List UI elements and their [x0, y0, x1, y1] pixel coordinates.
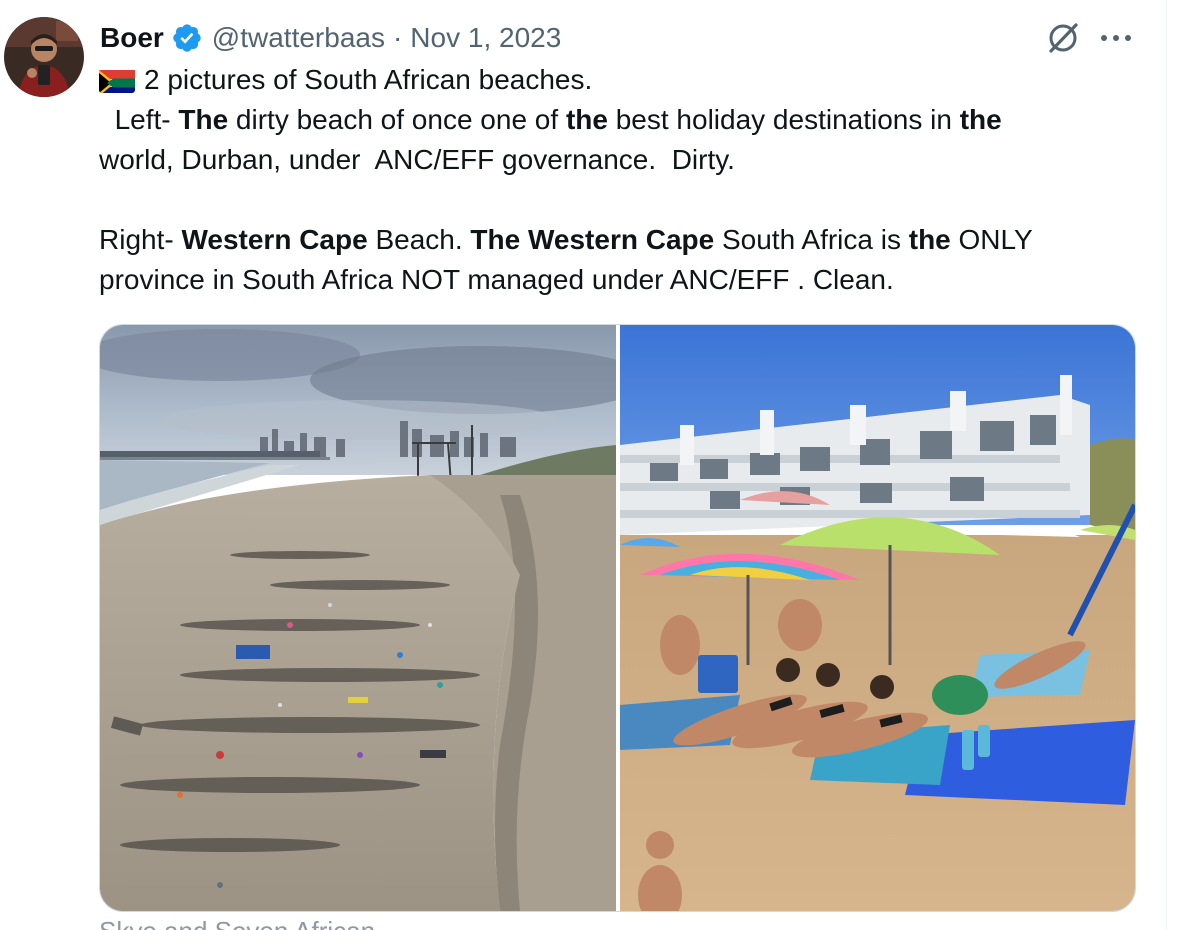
avatar-image	[4, 17, 84, 97]
grok-icon[interactable]	[1043, 18, 1083, 58]
text-line-1: 2 pictures of South African beaches.	[144, 64, 593, 95]
south-africa-flag-icon	[99, 67, 135, 93]
tweet-media[interactable]	[99, 324, 1136, 912]
text-line-2-c: dirty beach of once one of	[228, 104, 566, 135]
display-name[interactable]: Boer	[100, 22, 164, 54]
media-caption: Skye and Seven African	[99, 916, 375, 930]
text-line-5-f: the	[908, 224, 951, 255]
text-line-2-f: the	[959, 104, 1002, 135]
text-line-5-g: ONLY	[950, 224, 1033, 255]
text-line-3: world, Durban, under ANC/EFF governance.…	[99, 144, 735, 175]
text-line-2-e: best holiday destinations in	[607, 104, 960, 135]
text-line-5-d: The Western Cape	[470, 224, 715, 255]
header-separator: ·	[392, 22, 403, 53]
tweet-text: 2 pictures of South African beaches. Lef…	[99, 60, 1139, 300]
avatar[interactable]	[4, 17, 84, 97]
text-line-5-c: Beach.	[367, 224, 471, 255]
dirty-beach-durban-photo[interactable]	[100, 325, 616, 911]
text-line-2-d: the	[565, 104, 608, 135]
clean-beach-western-cape-photo[interactable]	[620, 325, 1135, 911]
tweet-header: Boer @twatterbaas · Nov 1, 2023	[100, 18, 561, 58]
text-line-5-e: South Africa is	[714, 224, 909, 255]
text-line-2-b: The	[178, 104, 229, 135]
user-handle[interactable]: @twatterbaas	[212, 22, 385, 54]
text-line-2-a: Left-	[99, 104, 179, 135]
tweet-date[interactable]: Nov 1, 2023	[410, 22, 561, 54]
verified-badge-icon[interactable]	[171, 22, 203, 54]
timeline-divider	[1166, 0, 1167, 930]
text-line-5-a: Right-	[99, 224, 182, 255]
text-line-5-b: Western Cape	[181, 224, 368, 255]
text-line-6: province in South Africa NOT managed und…	[99, 264, 894, 295]
more-options-icon[interactable]	[1096, 24, 1136, 52]
